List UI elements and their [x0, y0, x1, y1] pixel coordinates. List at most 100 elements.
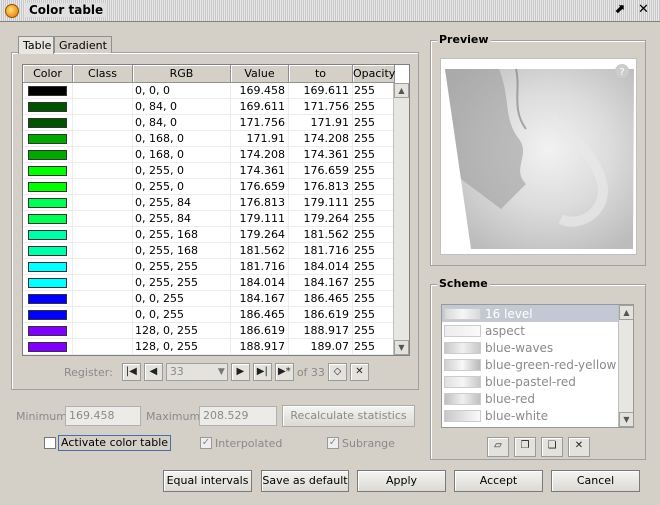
- rgb-cell[interactable]: 128, 0, 255: [133, 339, 231, 355]
- class-cell[interactable]: [73, 131, 133, 147]
- col-class-header[interactable]: Class: [73, 65, 133, 83]
- color-swatch[interactable]: [28, 342, 67, 352]
- color-swatch[interactable]: [28, 134, 67, 144]
- opacity-cell[interactable]: 255: [353, 323, 395, 339]
- value-cell[interactable]: 188.917: [231, 339, 289, 355]
- save-as-default-button[interactable]: Save as default: [261, 470, 349, 492]
- value-cell[interactable]: 171.91: [231, 131, 289, 147]
- class-cell[interactable]: [73, 99, 133, 115]
- value-cell[interactable]: 179.264: [231, 227, 289, 243]
- to-cell[interactable]: 179.111: [289, 195, 353, 211]
- color-swatch[interactable]: [28, 182, 67, 192]
- opacity-cell[interactable]: 255: [353, 339, 395, 355]
- color-cell[interactable]: [23, 115, 73, 131]
- table-row[interactable]: 0, 255, 0 176.659 176.813 255: [23, 179, 395, 195]
- color-swatch[interactable]: [28, 150, 67, 160]
- interpolated-checkbox[interactable]: ✓: [200, 437, 212, 449]
- rgb-cell[interactable]: 0, 84, 0: [133, 99, 231, 115]
- to-cell[interactable]: 174.208: [289, 131, 353, 147]
- class-cell[interactable]: [73, 291, 133, 307]
- rgb-cell[interactable]: 0, 0, 255: [133, 291, 231, 307]
- color-swatch[interactable]: [28, 102, 67, 112]
- class-cell[interactable]: [73, 259, 133, 275]
- rgb-cell[interactable]: 0, 255, 255: [133, 259, 231, 275]
- opacity-cell[interactable]: 255: [353, 131, 395, 147]
- maximum-field[interactable]: 208.529: [199, 406, 277, 426]
- table-row[interactable]: 0, 255, 84 179.111 179.264 255: [23, 211, 395, 227]
- eraser-icon[interactable]: ◇: [327, 363, 347, 381]
- to-cell[interactable]: 186.619: [289, 307, 353, 323]
- opacity-cell[interactable]: 255: [353, 243, 395, 259]
- tab-gradient[interactable]: Gradient: [54, 36, 112, 53]
- color-swatch[interactable]: [28, 230, 67, 240]
- value-cell[interactable]: 186.465: [231, 307, 289, 323]
- to-cell[interactable]: 184.014: [289, 259, 353, 275]
- table-row[interactable]: 0, 255, 84 176.813 179.111 255: [23, 195, 395, 211]
- scheme-item[interactable]: 16 level: [442, 305, 633, 322]
- record-select[interactable]: 33 ▼: [165, 363, 228, 381]
- to-cell[interactable]: 181.562: [289, 227, 353, 243]
- equal-intervals-button[interactable]: Equal intervals: [163, 470, 252, 492]
- accept-button[interactable]: Accept: [454, 470, 543, 492]
- color-cell[interactable]: [23, 131, 73, 147]
- table-row[interactable]: 0, 255, 0 174.361 176.659 255: [23, 163, 395, 179]
- value-cell[interactable]: 184.014: [231, 275, 289, 291]
- value-cell[interactable]: 176.813: [231, 195, 289, 211]
- to-cell[interactable]: 181.716: [289, 243, 353, 259]
- to-cell[interactable]: 171.91: [289, 115, 353, 131]
- table-row[interactable]: 0, 255, 168 179.264 181.562 255: [23, 227, 395, 243]
- opacity-cell[interactable]: 255: [353, 307, 395, 323]
- copy-scheme-icon[interactable]: ❐: [514, 437, 536, 457]
- class-cell[interactable]: [73, 307, 133, 323]
- new-record-icon[interactable]: ▶*: [274, 363, 294, 381]
- col-value-header[interactable]: Value: [231, 65, 289, 83]
- to-cell[interactable]: 179.264: [289, 211, 353, 227]
- table-row[interactable]: 0, 168, 0 174.208 174.361 255: [23, 147, 395, 163]
- color-cell[interactable]: [23, 147, 73, 163]
- table-scrollbar[interactable]: ▲ ▼: [393, 83, 409, 355]
- col-opacity-header[interactable]: Opacity: [353, 65, 395, 83]
- value-cell[interactable]: 174.361: [231, 163, 289, 179]
- opacity-cell[interactable]: 255: [353, 195, 395, 211]
- scroll-down-icon[interactable]: ▼: [619, 412, 633, 427]
- opacity-cell[interactable]: 255: [353, 275, 395, 291]
- rgb-cell[interactable]: 0, 255, 0: [133, 163, 231, 179]
- scroll-up-icon[interactable]: ▲: [619, 305, 633, 320]
- maximize-icon[interactable]: ⬈: [612, 3, 627, 18]
- close-icon[interactable]: ✕: [636, 3, 651, 18]
- color-swatch[interactable]: [28, 310, 67, 320]
- color-cell[interactable]: [23, 179, 73, 195]
- color-cell[interactable]: [23, 195, 73, 211]
- last-record-icon[interactable]: ▶|: [252, 363, 272, 381]
- color-cell[interactable]: [23, 243, 73, 259]
- class-cell[interactable]: [73, 83, 133, 99]
- table-row[interactable]: 0, 255, 255 184.014 184.167 255: [23, 275, 395, 291]
- table-row[interactable]: 0, 255, 255 181.716 184.014 255: [23, 259, 395, 275]
- delete-record-icon[interactable]: ✕: [349, 363, 369, 381]
- rgb-cell[interactable]: 0, 255, 168: [133, 243, 231, 259]
- table-row[interactable]: 0, 168, 0 171.91 174.208 255: [23, 131, 395, 147]
- color-cell[interactable]: [23, 99, 73, 115]
- rgb-cell[interactable]: 0, 0, 255: [133, 307, 231, 323]
- color-swatch[interactable]: [28, 86, 67, 96]
- table-row[interactable]: 0, 0, 0 169.458 169.611 255: [23, 83, 395, 99]
- to-cell[interactable]: 171.756: [289, 99, 353, 115]
- opacity-cell[interactable]: 255: [353, 259, 395, 275]
- opacity-cell[interactable]: 255: [353, 291, 395, 307]
- color-swatch[interactable]: [28, 214, 67, 224]
- to-cell[interactable]: 189.07: [289, 339, 353, 355]
- class-cell[interactable]: [73, 211, 133, 227]
- scroll-down-icon[interactable]: ▼: [394, 340, 409, 355]
- rgb-cell[interactable]: 0, 255, 84: [133, 211, 231, 227]
- class-cell[interactable]: [73, 179, 133, 195]
- col-rgb-header[interactable]: RGB: [133, 65, 231, 83]
- recalculate-statistics-button[interactable]: Recalculate statistics: [282, 405, 415, 427]
- class-cell[interactable]: [73, 115, 133, 131]
- rgb-cell[interactable]: 0, 168, 0: [133, 131, 231, 147]
- class-cell[interactable]: [73, 339, 133, 355]
- rgb-cell[interactable]: 0, 255, 255: [133, 275, 231, 291]
- value-cell[interactable]: 169.458: [231, 83, 289, 99]
- class-cell[interactable]: [73, 147, 133, 163]
- color-cell[interactable]: [23, 307, 73, 323]
- color-cell[interactable]: [23, 211, 73, 227]
